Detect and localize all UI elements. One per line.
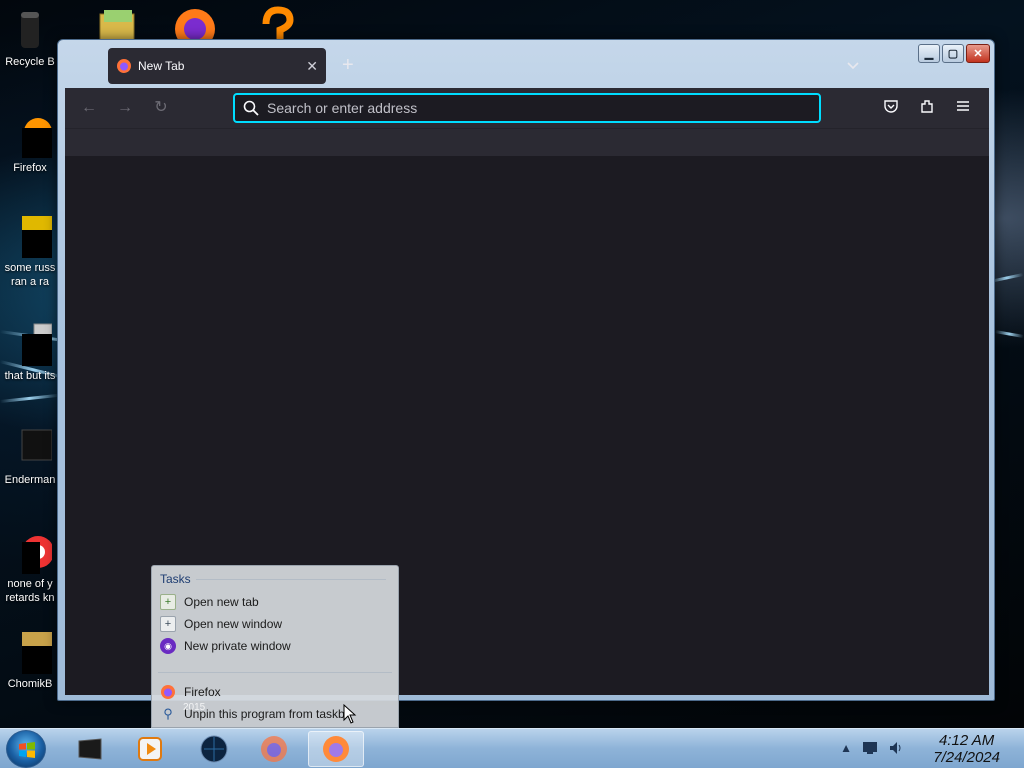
tab-close-icon[interactable]: ✕ <box>306 58 318 75</box>
taskbar: ▲ 4:12 AM 7/24/2024 <box>0 728 1024 768</box>
desktop-icon-label: Recycle B <box>5 56 55 68</box>
jump-list-item-unpin[interactable]: ⚲ Unpin this program from taskb <box>160 704 345 724</box>
list-all-tabs-button[interactable] <box>846 60 860 74</box>
firefox-icon <box>323 736 349 762</box>
chevron-down-icon <box>847 62 859 70</box>
jump-list-heading: Tasks <box>160 572 191 586</box>
desktop-icon-file-1[interactable]: some russ ran a ra <box>0 214 60 289</box>
desktop-icon-label: Enderman <box>4 474 56 486</box>
terminal-icon <box>78 738 102 760</box>
navigation-toolbar: ← → ↻ <box>65 88 989 128</box>
desktop-icon-enderman[interactable]: Enderman <box>0 426 60 487</box>
new-tab-button[interactable]: + <box>342 54 354 77</box>
wallpaper-streak <box>994 330 1024 339</box>
firefox-icon <box>261 736 287 762</box>
extensions-icon[interactable] <box>917 98 937 118</box>
clock-date: 7/24/2024 <box>933 749 1000 766</box>
tab-title: New Tab <box>138 59 185 73</box>
forward-button[interactable]: → <box>115 98 135 118</box>
back-button[interactable]: ← <box>79 98 99 118</box>
desktop-icon-folder-top[interactable] <box>98 10 138 41</box>
new-tab-icon: + <box>160 594 176 610</box>
menu-icon[interactable] <box>953 98 973 118</box>
clock-time: 4:12 AM <box>938 732 995 749</box>
jump-list-item-label: Firefox <box>184 685 221 699</box>
desktop-icon-chomik[interactable]: ChomikB <box>0 630 60 691</box>
jump-list-item-new-private-window[interactable]: ◉ New private window <box>160 636 291 656</box>
image-file-icon <box>8 214 52 258</box>
url-bar[interactable] <box>233 93 821 123</box>
desktop-icon-label: ChomikB <box>7 678 53 690</box>
taskbar-app-firefox-1[interactable] <box>246 731 302 767</box>
divider <box>196 579 386 580</box>
jump-list-item-label: Open new tab <box>184 595 259 609</box>
document-stack-icon <box>8 322 54 366</box>
pocket-icon[interactable] <box>881 98 901 118</box>
desktop-icon-file-2[interactable]: that but its <box>0 322 60 383</box>
bookmarks-bar <box>65 128 989 156</box>
system-tray: ▲ <box>840 741 904 758</box>
chrome-shortcut-icon <box>8 530 54 574</box>
globe-icon <box>200 735 228 763</box>
tab-new-tab[interactable]: New Tab ✕ <box>108 48 326 84</box>
taskbar-app-terminal[interactable] <box>62 731 118 767</box>
mouse-cursor-icon <box>343 704 357 724</box>
firefox-icon <box>8 114 54 160</box>
divider <box>158 672 392 673</box>
desktop-icon-label: Firefox <box>13 162 47 174</box>
search-icon <box>243 100 259 116</box>
network-icon[interactable] <box>862 741 878 758</box>
desktop-icon-recycle-bin[interactable]: Recycle B <box>0 8 60 69</box>
volume-icon[interactable] <box>888 741 904 758</box>
media-player-icon <box>138 737 162 761</box>
jump-list-item-open-new-tab[interactable]: + Open new tab <box>160 592 259 612</box>
desktop-icon-label: none of y retards kn <box>5 578 55 604</box>
url-input[interactable] <box>267 100 819 116</box>
desktop-icon-label: some russ ran a ra <box>4 262 56 288</box>
taskbar-app-firefox-2[interactable] <box>308 731 364 767</box>
taskbar-app-globe[interactable] <box>186 731 242 767</box>
firefox-icon <box>161 685 175 699</box>
clock[interactable]: 4:12 AM 7/24/2024 <box>933 732 1000 766</box>
hamster-icon <box>8 630 52 674</box>
windows-logo-icon <box>19 742 35 758</box>
private-mask-icon: ◉ <box>160 638 176 654</box>
jump-list-item-label: Open new window <box>184 617 283 631</box>
firefox-favicon-icon <box>117 59 131 73</box>
taskbar-app-media-player[interactable] <box>122 731 178 767</box>
jump-list-item-firefox[interactable]: Firefox <box>160 682 221 702</box>
jump-list-item-label: New private window <box>184 639 291 653</box>
recycle-bin-icon <box>8 8 52 52</box>
desktop-icon-firefox-top[interactable] <box>172 6 218 49</box>
pin-icon: ⚲ <box>163 706 173 721</box>
show-hidden-icons-icon[interactable]: ▲ <box>840 741 852 758</box>
jump-list-item-open-new-window[interactable]: + Open new window <box>160 614 282 634</box>
new-window-icon: + <box>160 616 176 632</box>
desktop-icon-label: that but its <box>4 370 56 382</box>
maximize-button[interactable]: ▢ <box>942 44 964 63</box>
jump-list-item-label: Unpin this program from taskb <box>184 707 345 721</box>
program-icon <box>8 426 53 470</box>
tab-strip: New Tab ✕ + <box>66 46 934 86</box>
wallpaper-streak <box>0 393 60 403</box>
reload-button[interactable]: ↻ <box>151 98 171 118</box>
close-button[interactable]: ✕ <box>966 44 990 63</box>
start-button[interactable] <box>6 730 46 768</box>
desktop-icon-firefox[interactable]: Firefox <box>0 114 60 175</box>
taskbar-jump-list: Tasks + Open new tab + Open new window ◉… <box>151 565 399 728</box>
desktop-icon-file-3[interactable]: none of y retards kn <box>0 530 60 605</box>
desktop-icon-question-top[interactable] <box>258 6 298 40</box>
